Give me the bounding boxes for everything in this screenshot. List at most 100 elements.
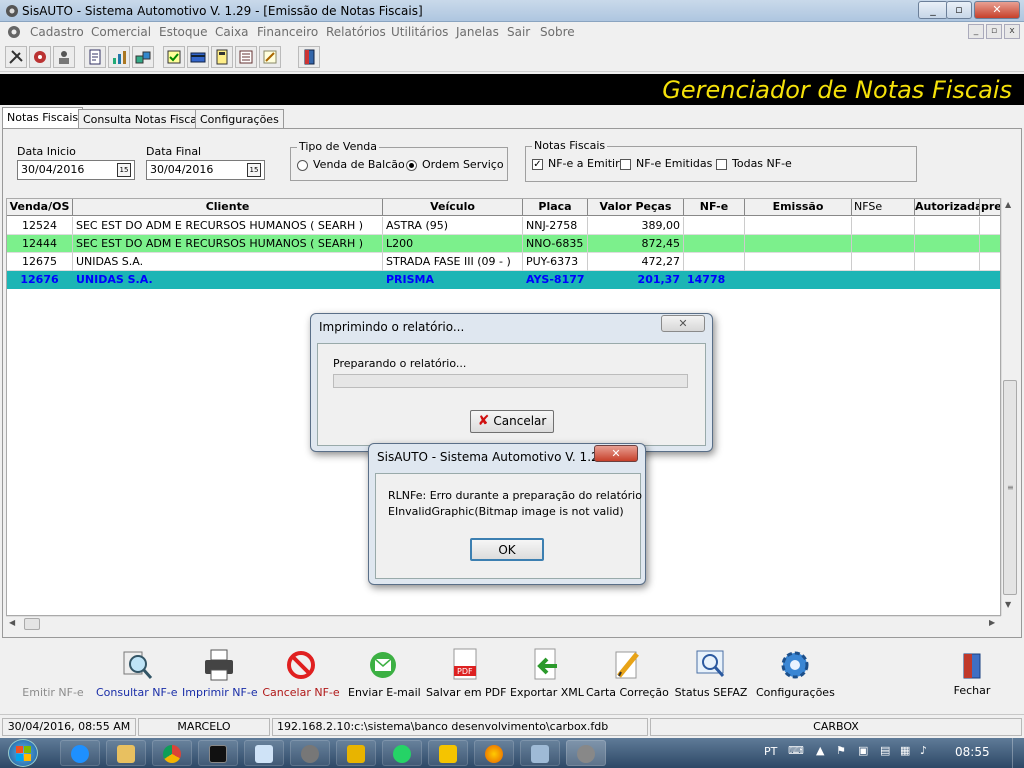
minimize-button[interactable]: _: [918, 1, 948, 19]
taskbar-firefox-button[interactable]: [474, 740, 514, 766]
scroll-left-arrow-icon[interactable]: ◀: [9, 618, 15, 627]
toolbar-chart-button[interactable]: [108, 46, 130, 68]
tray-expand-icon[interactable]: ▲: [816, 744, 824, 757]
exportar-xml-button[interactable]: Exportar XML: [510, 648, 584, 699]
table-row[interactable]: 12675 UNIDAS S.A. STRADA FASE III (09 - …: [7, 253, 1000, 271]
col-header-emissao[interactable]: Emissão: [745, 199, 852, 216]
menu-sobre[interactable]: Sobre: [540, 25, 575, 39]
cancelar-button[interactable]: ✘ Cancelar: [470, 410, 554, 433]
col-header-veiculo[interactable]: Veículo: [383, 199, 523, 216]
start-button[interactable]: [8, 739, 38, 767]
carta-correcao-button[interactable]: Carta Correção: [586, 648, 669, 699]
scroll-thumb[interactable]: ≡: [1003, 380, 1017, 595]
toolbar-report-button[interactable]: [235, 46, 257, 68]
taskbar-whatsapp-button[interactable]: [382, 740, 422, 766]
toolbar-checklist-button[interactable]: [163, 46, 185, 68]
restore-button[interactable]: ▫: [946, 1, 972, 19]
check-todas-nfe[interactable]: [716, 159, 727, 170]
table-row[interactable]: 12676 UNIDAS S.A. PRISMA AYS-8177 201,37…: [7, 271, 1000, 289]
table-row[interactable]: 12524 SEC EST DO ADM E RECURSOS HUMANOS …: [7, 217, 1000, 235]
toolbar-clients-button[interactable]: [53, 46, 75, 68]
col-header-valor[interactable]: Valor Peças: [588, 199, 684, 216]
show-desktop-button[interactable]: [1012, 738, 1024, 768]
check-nfe-emitidas[interactable]: [620, 159, 631, 170]
mdi-close-button[interactable]: x: [1004, 24, 1020, 39]
taskbar-ie-button[interactable]: [60, 740, 100, 766]
menu-estoque[interactable]: Estoque: [159, 25, 208, 39]
imprimir-nfe-button[interactable]: Imprimir NF-e: [182, 648, 258, 699]
tab-notas-fiscais[interactable]: Notas Fiscais: [2, 107, 84, 129]
menu-janelas[interactable]: Janelas: [456, 25, 499, 39]
clock[interactable]: 08:55: [955, 745, 990, 759]
ok-button[interactable]: OK: [470, 538, 544, 561]
menu-relatorios[interactable]: Relatórios: [326, 25, 386, 39]
salvar-pdf-button[interactable]: PDF Salvar em PDF: [426, 648, 506, 699]
emitir-nfe-button[interactable]: Emitir NF-e: [18, 648, 88, 699]
tray-app-icon[interactable]: ▣: [858, 744, 868, 757]
menu-sair[interactable]: Sair: [507, 25, 530, 39]
radio-ordem-servico[interactable]: [406, 160, 417, 171]
data-final-input[interactable]: 30/04/2016 15: [146, 160, 265, 180]
configuracoes-button[interactable]: Configurações: [756, 648, 835, 699]
status-sefaz-button[interactable]: Status SEFAZ: [674, 648, 748, 699]
menu-caixa[interactable]: Caixa: [215, 25, 249, 39]
action-center-flag-icon[interactable]: ⚑: [836, 744, 846, 757]
col-header-pre[interactable]: pre: [980, 199, 1000, 216]
taskbar-tool-button[interactable]: [520, 740, 560, 766]
scroll-down-arrow-icon[interactable]: ▼: [1005, 600, 1011, 609]
toolbar-tools-button[interactable]: [5, 46, 27, 68]
scroll-up-arrow-icon[interactable]: ▲: [1005, 200, 1011, 209]
menu-utilitarios[interactable]: Utilitários: [391, 25, 448, 39]
toolbar-document-button[interactable]: [84, 46, 106, 68]
consultar-nfe-button[interactable]: Consultar NF-e: [96, 648, 178, 699]
taskbar-delphi-button[interactable]: [336, 740, 376, 766]
taskbar-sisauto-active-button[interactable]: [566, 740, 606, 766]
mdi-minimize-button[interactable]: _: [968, 24, 984, 39]
col-header-nfe[interactable]: NF-e: [684, 199, 745, 216]
taskbar-chrome-button[interactable]: [152, 740, 192, 766]
toolbar-stock-button[interactable]: [132, 46, 154, 68]
col-header-venda[interactable]: Venda/OS: [7, 199, 73, 216]
calendar-icon[interactable]: 15: [117, 163, 131, 177]
menu-cadastro[interactable]: Cadastro: [30, 25, 84, 39]
enviar-email-button[interactable]: Enviar E-mail: [348, 648, 421, 699]
taskbar-notepad-button[interactable]: [244, 740, 284, 766]
col-header-cliente[interactable]: Cliente: [73, 199, 383, 216]
data-inicio-input[interactable]: 30/04/2016 15: [17, 160, 135, 180]
print-dialog-close-button[interactable]: ✕: [661, 315, 705, 332]
taskbar-app-button[interactable]: [428, 740, 468, 766]
horizontal-scrollbar[interactable]: ◀ ▶: [6, 616, 1001, 631]
menu-comercial[interactable]: Comercial: [91, 25, 151, 39]
col-header-placa[interactable]: Placa: [523, 199, 588, 216]
taskbar-explorer-button[interactable]: [106, 740, 146, 766]
col-header-autorizada[interactable]: Autorizada: [915, 199, 980, 216]
volume-icon[interactable]: ♪: [920, 744, 927, 757]
mdi-restore-button[interactable]: ▫: [986, 24, 1002, 39]
toolbar-parts-button[interactable]: [29, 46, 51, 68]
vertical-scrollbar[interactable]: ▲ ≡ ▼: [1001, 198, 1018, 616]
toolbar-calculator-button[interactable]: [211, 46, 233, 68]
table-row[interactable]: 12444 SEC EST DO ADM E RECURSOS HUMANOS …: [7, 235, 1000, 253]
network-icon[interactable]: ▦: [900, 744, 910, 757]
taskbar-cmd-button[interactable]: [198, 740, 238, 766]
radio-venda-balcao[interactable]: [297, 160, 308, 171]
error-dialog-close-button[interactable]: ✕: [594, 445, 638, 462]
col-header-nfse[interactable]: NFSe: [852, 199, 915, 216]
check-nfe-emitir[interactable]: ✓: [532, 159, 543, 170]
close-button[interactable]: ✕: [974, 1, 1020, 19]
scroll-right-arrow-icon[interactable]: ▶: [989, 618, 995, 627]
tray-device-icon[interactable]: ▤: [880, 744, 890, 757]
taskbar-sisauto-button[interactable]: [290, 740, 330, 766]
tab-configuracoes[interactable]: Configurações: [195, 109, 284, 129]
calendar-icon[interactable]: 15: [247, 163, 261, 177]
language-indicator[interactable]: PT: [764, 745, 777, 758]
toolbar-exit-button[interactable]: [298, 46, 320, 68]
keyboard-icon[interactable]: ⌨: [788, 744, 804, 757]
fechar-button[interactable]: Fechar: [948, 652, 996, 697]
menu-financeiro[interactable]: Financeiro: [257, 25, 318, 39]
cancelar-nfe-button[interactable]: Cancelar NF-e: [262, 648, 340, 699]
hscroll-thumb[interactable]: [24, 618, 40, 630]
toolbar-card-button[interactable]: [187, 46, 209, 68]
toolbar-notes-button[interactable]: [259, 46, 281, 68]
tab-consulta-notas-fiscais[interactable]: Consulta Notas Fiscais: [78, 109, 211, 129]
